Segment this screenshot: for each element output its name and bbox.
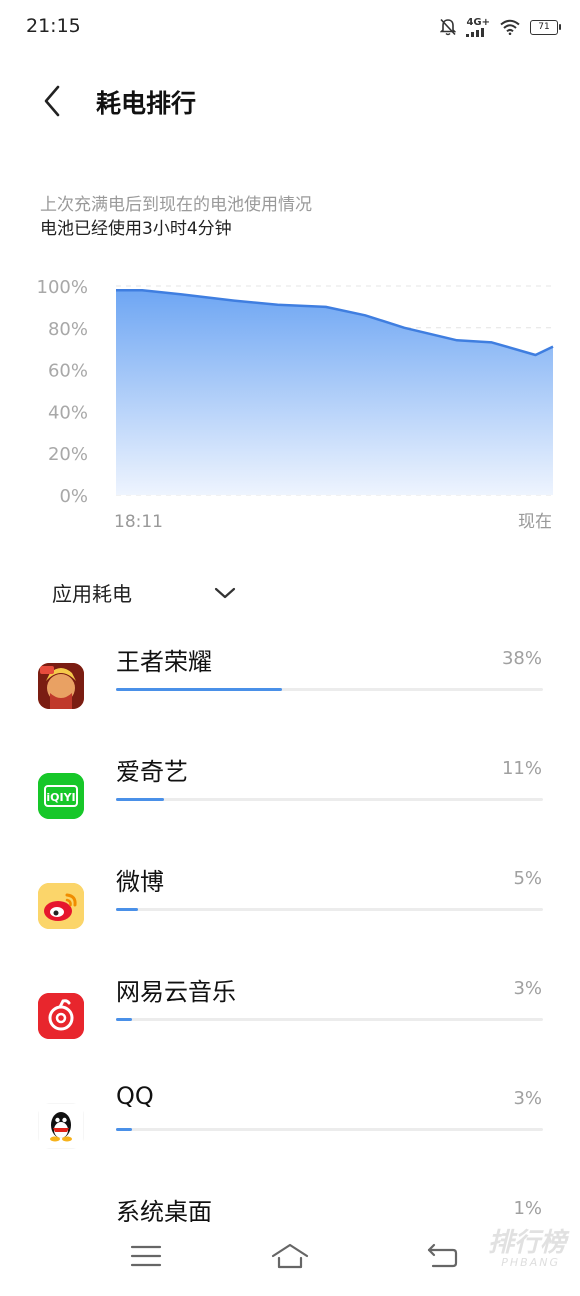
y-tick-label: 100% <box>37 277 88 298</box>
honor-of-kings-icon <box>38 663 84 709</box>
y-axis-ticks: 100% 80% 60% 40% 20% 0% <box>37 277 88 507</box>
app-usage-track <box>116 798 543 801</box>
back-icon <box>427 1243 458 1268</box>
battery-used-duration: 电池已经使用3小时4分钟 <box>40 219 232 239</box>
battery-chart: 100% 80% 60% 40% 20% 0% 18:11 现在 <box>37 277 554 532</box>
signal-icon: 4G+ <box>466 16 490 37</box>
section-dropdown-button[interactable] <box>210 578 240 608</box>
x-tick-start: 18:11 <box>114 512 163 532</box>
home-button[interactable] <box>268 1236 312 1276</box>
app-name: 爱奇艺 <box>116 758 188 786</box>
chevron-left-icon <box>44 85 60 117</box>
y-tick-label: 40% <box>48 402 88 423</box>
watermark-logo: 排行榜 <box>487 1228 566 1258</box>
app-usage-track <box>116 1128 543 1131</box>
app-usage-bar <box>116 908 138 911</box>
app-usage-track <box>116 1018 543 1021</box>
back-button[interactable] <box>30 80 74 124</box>
app-name: 微博 <box>116 868 164 896</box>
alarm-off-icon <box>440 18 457 36</box>
app-usage-percent: 11% <box>501 758 542 779</box>
iqiyi-icon: iQIYI <box>38 773 84 819</box>
battery-icon: 71 <box>530 19 561 35</box>
app-row[interactable]: QQ 3% <box>0 1076 580 1186</box>
x-tick-end: 现在 <box>518 512 552 532</box>
app-usage-percent: 5% <box>513 868 542 889</box>
watermark-sub: PHBANG <box>501 1256 560 1269</box>
home-icon <box>271 1243 309 1269</box>
app-usage-percent: 3% <box>513 1088 542 1109</box>
back-nav-button[interactable] <box>420 1236 464 1276</box>
app-name: 王者荣耀 <box>116 648 212 676</box>
app-row[interactable]: iQIYI 爱奇艺 11% <box>0 746 580 856</box>
y-tick-label: 60% <box>48 361 88 382</box>
app-row[interactable]: 王者荣耀 38% <box>0 636 580 746</box>
y-tick-label: 0% <box>59 486 88 507</box>
app-usage-bar <box>116 1018 132 1021</box>
y-tick-label: 80% <box>48 319 88 340</box>
app-usage-track <box>116 688 543 691</box>
status-icons: 4G+ 71 <box>440 16 561 38</box>
app-name: 网易云音乐 <box>116 978 236 1006</box>
y-tick-label: 20% <box>48 444 88 465</box>
svg-text:iQIYI: iQIYI <box>46 791 75 804</box>
app-row[interactable]: 网易云音乐 3% <box>0 966 580 1076</box>
menu-icon <box>130 1245 162 1267</box>
weibo-icon <box>38 883 84 929</box>
network-type: 4G+ <box>466 16 490 28</box>
chevron-down-icon <box>214 587 236 599</box>
menu-button[interactable] <box>124 1236 168 1276</box>
section-title: 应用耗电 <box>52 582 132 606</box>
app-usage-track <box>116 908 543 911</box>
app-usage-bar <box>116 1128 132 1131</box>
page-title: 耗电排行 <box>96 89 197 118</box>
battery-level: 71 <box>538 21 550 32</box>
status-time: 21:15 <box>26 15 81 37</box>
app-row[interactable]: 微博 5% <box>0 856 580 966</box>
battery-area <box>116 290 553 495</box>
app-usage-bar <box>116 798 164 801</box>
wifi-icon <box>500 19 520 35</box>
app-usage-percent: 1% <box>513 1198 542 1219</box>
app-usage-percent: 38% <box>501 648 542 669</box>
app-usage-percent: 3% <box>513 978 542 999</box>
app-usage-bar <box>116 688 282 691</box>
qq-icon <box>38 1103 84 1149</box>
summary-caption: 上次充满电后到现在的电池使用情况 <box>40 195 312 215</box>
app-name: QQ <box>116 1082 154 1110</box>
netease-music-icon <box>38 993 84 1039</box>
